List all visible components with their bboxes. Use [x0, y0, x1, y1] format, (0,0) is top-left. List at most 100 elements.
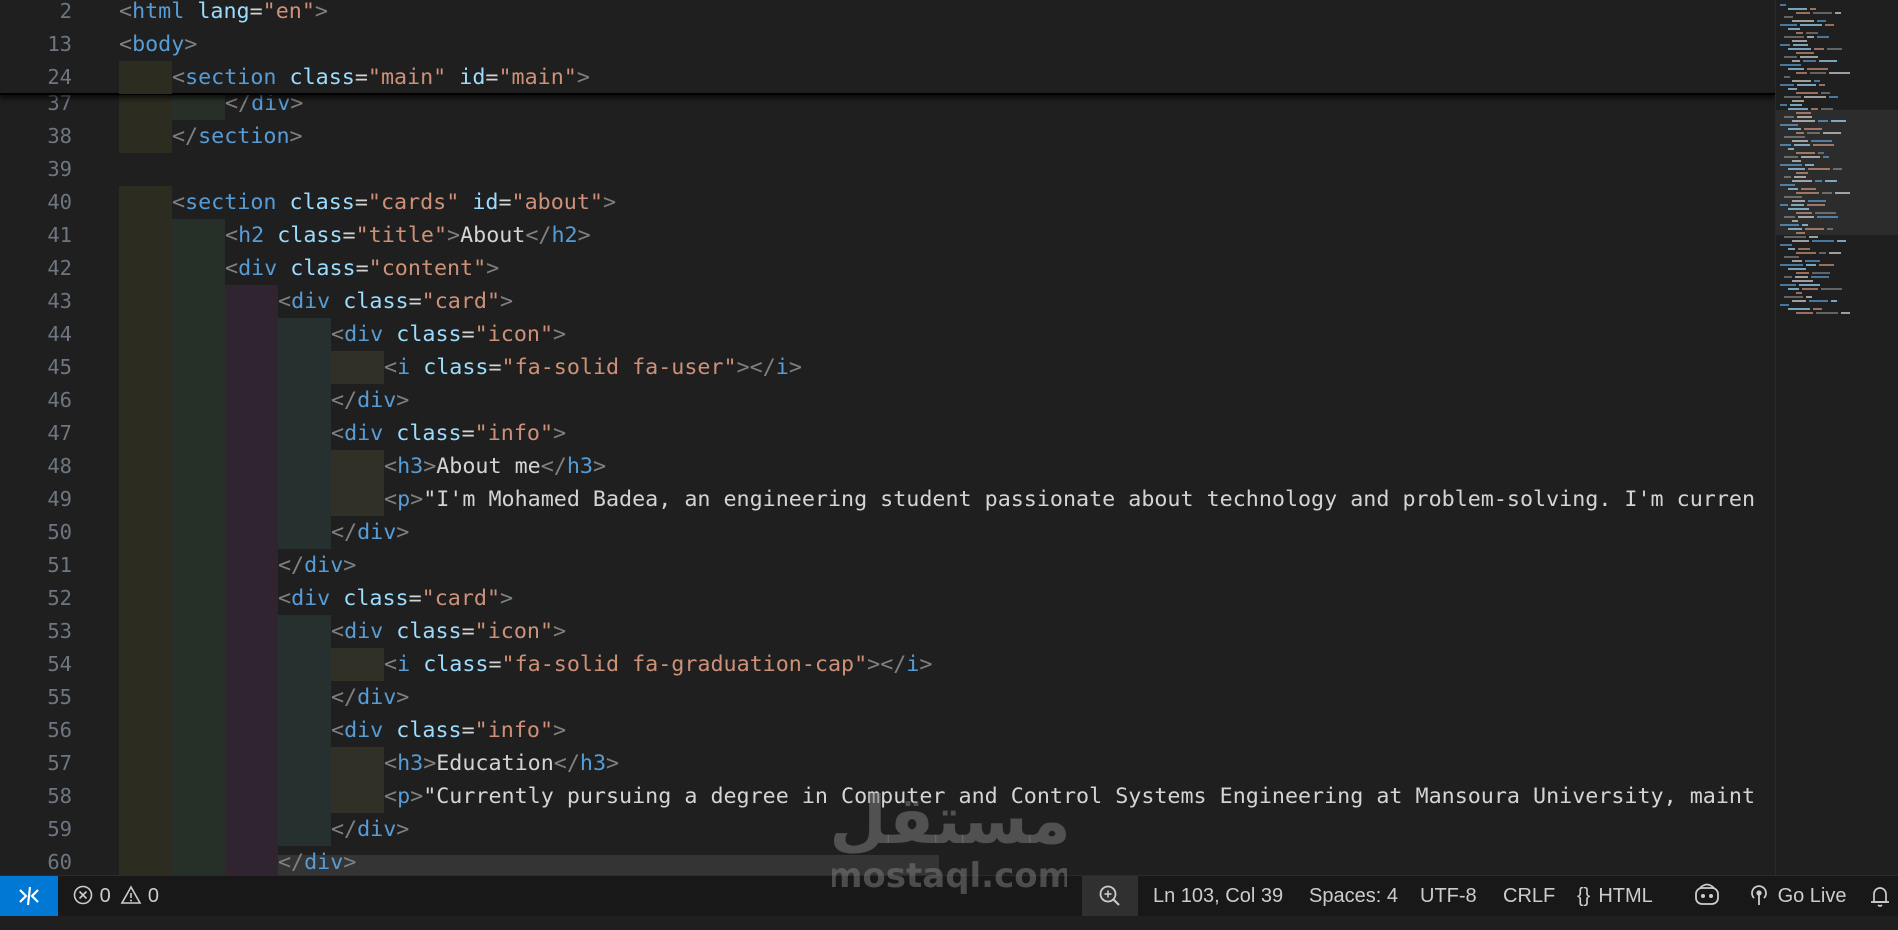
indent-guide [119, 582, 172, 615]
bell-icon [1871, 887, 1889, 907]
code-token: h3 [397, 454, 424, 479]
code-token: h3 [397, 751, 424, 776]
indent-guide [278, 813, 331, 846]
code-line[interactable]: 13 <body> [0, 28, 1775, 61]
code-token: h2 [238, 223, 265, 248]
code-line[interactable]: 42 <div class="content"> [0, 252, 1775, 285]
minimap-code-mark [1812, 240, 1834, 242]
minimap-slider[interactable] [1776, 110, 1898, 235]
code-line[interactable]: 50 </div> [0, 516, 1775, 549]
code-token: = [354, 190, 368, 215]
go-live-button[interactable]: Go Live [1746, 876, 1847, 916]
code-line[interactable]: 53 <div class="icon"> [0, 615, 1775, 648]
indent-guide [119, 186, 172, 219]
code-line[interactable]: 51 </div> [0, 549, 1775, 582]
code-token: class [289, 190, 355, 215]
code-text: </section> [172, 120, 303, 153]
code-text: </div> [331, 813, 409, 846]
code-line[interactable]: 57 <h3>Education</h3> [0, 747, 1775, 780]
code-token: > [500, 586, 514, 611]
copilot-status[interactable] [1693, 876, 1721, 916]
code-line[interactable]: 43 <div class="card"> [0, 285, 1775, 318]
indent-guide [172, 747, 225, 780]
code-line[interactable]: 56 <div class="info"> [0, 714, 1775, 747]
code-token: id [459, 65, 486, 90]
code-text: </div> [278, 549, 356, 582]
code-token: i [397, 355, 411, 380]
code-line[interactable]: 2 <html lang="en"> [0, 0, 1775, 28]
code-line[interactable]: 24 <section class="main" id="main"> [0, 61, 1775, 94]
code-editor[interactable]: 37 </div> 38 </section> 39 40 <section class="… [0, 0, 1775, 875]
code-token: > [396, 685, 410, 710]
code-line[interactable]: 47 <div class="info"> [0, 417, 1775, 450]
code-token: "main" [498, 65, 577, 90]
line-number: 45 [47, 355, 72, 379]
code-line[interactable]: 44 <div class="icon"> [0, 318, 1775, 351]
code-line[interactable]: 52 <div class="card"> [0, 582, 1775, 615]
indent-guide [119, 747, 172, 780]
code-line[interactable]: 54 <i class="fa-solid fa-graduation-cap">… [0, 648, 1775, 681]
problems-indicator[interactable]: 0 0 [72, 876, 159, 916]
code-line[interactable]: 48 <h3>About me</h3> [0, 450, 1775, 483]
minimap-code-mark [1817, 36, 1829, 38]
code-line[interactable]: 40 <section class="cards" id="about"> [0, 186, 1775, 219]
indent-guide [172, 450, 225, 483]
code-text: <div class="content"> [225, 252, 499, 285]
code-token: > [343, 850, 357, 875]
minimap-code-mark [1795, 276, 1808, 278]
line-number: 50 [47, 520, 72, 544]
code-token: class [343, 289, 409, 314]
code-line[interactable]: 41 <h2 class="title">About</h2> [0, 219, 1775, 252]
minimap-code-mark [1788, 88, 1797, 90]
code-token: div [344, 619, 384, 644]
code-line[interactable]: 46 </div> [0, 384, 1775, 417]
code-line[interactable]: 58 <p>"Currently pursuing a degree in Com… [0, 780, 1775, 813]
minimap-code-mark [1811, 276, 1829, 278]
eol-setting[interactable]: CRLF [1503, 876, 1555, 916]
language-mode[interactable]: {} HTML [1577, 876, 1653, 916]
line-number: 52 [47, 586, 72, 610]
remote-indicator[interactable] [0, 876, 58, 916]
minimap[interactable] [1775, 0, 1898, 875]
code-line[interactable]: 38 </section> [0, 120, 1775, 153]
minimap-code-mark [1813, 12, 1832, 14]
code-token: h2 [551, 223, 578, 248]
code-token: class [277, 223, 343, 248]
indent-guide [225, 813, 278, 846]
code-token: class [396, 718, 462, 743]
indent-guide [119, 351, 172, 384]
indent-guide [119, 384, 172, 417]
code-line[interactable]: 39 [0, 153, 1775, 186]
code-text: <section class="cards" id="about"> [172, 186, 616, 219]
line-number: 41 [47, 223, 72, 247]
indentation-setting[interactable]: Spaces: 4 [1309, 876, 1398, 916]
code-token: "content" [368, 256, 487, 281]
sticky-scroll-header[interactable]: 2 <html lang="en"> 13 <body> 24 <section clas… [0, 0, 1775, 95]
minimap-code-mark [1806, 264, 1816, 266]
indent-guide [278, 780, 331, 813]
code-line[interactable]: 49 <p>"I'm Mohamed Badea, an engineering … [0, 483, 1775, 516]
code-line[interactable]: 45 <i class="fa-solid fa-user"></i> [0, 351, 1775, 384]
code-token: </ [553, 751, 580, 776]
code-token: class [423, 652, 489, 677]
code-line[interactable]: 60 </div> [0, 846, 1775, 875]
code-line[interactable]: 55 </div> [0, 681, 1775, 714]
indent-guide [331, 483, 384, 516]
cursor-position[interactable]: Ln 103, Col 39 [1153, 876, 1283, 916]
code-token: > [602, 190, 617, 215]
minimap-code-mark [1806, 296, 1812, 298]
minimap-code-mark [1796, 12, 1810, 14]
encoding-setting[interactable]: UTF-8 [1420, 876, 1477, 916]
zoom-button[interactable] [1082, 876, 1138, 916]
code-token: < [331, 718, 345, 743]
indent-guide [225, 318, 278, 351]
line-number: 47 [47, 421, 72, 445]
notifications-button[interactable] [1868, 876, 1892, 916]
code-token: = [461, 718, 475, 743]
code-line[interactable]: 59 </div> [0, 813, 1775, 846]
